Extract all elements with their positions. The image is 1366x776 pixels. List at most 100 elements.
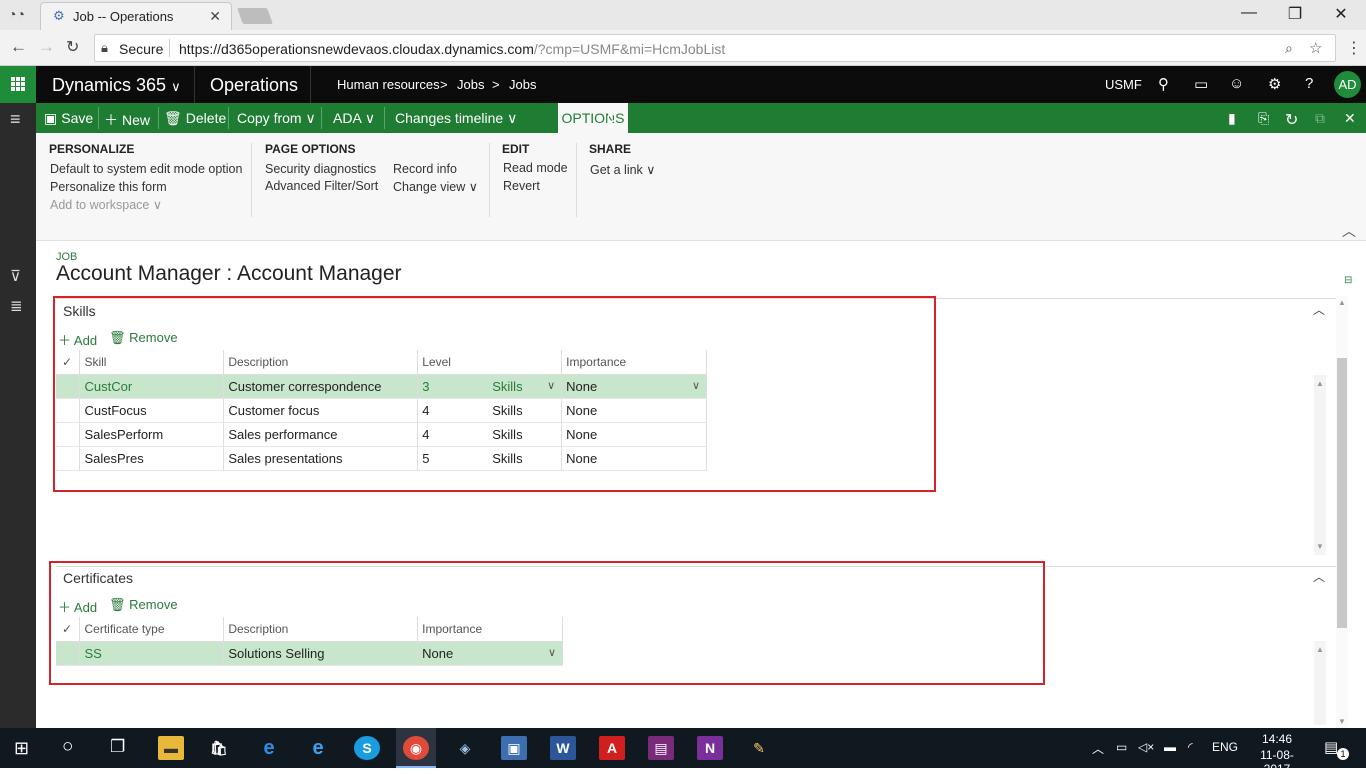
skills-collapse-icon[interactable]: ︿ — [1313, 301, 1325, 318]
bookmark-star-icon[interactable]: ☆ — [1309, 39, 1322, 57]
open-new-window-icon[interactable]: ⧉ — [1315, 110, 1325, 127]
skills-grid-scrollbar[interactable]: ▲ ▼ — [1314, 375, 1326, 555]
personalize-form-option[interactable]: Personalize this form — [50, 180, 167, 194]
onenote-icon[interactable]: N — [697, 736, 723, 760]
filter-icon[interactable]: ⊽ — [10, 267, 21, 285]
windows-start-icon[interactable]: ⊞ — [14, 738, 29, 759]
certificates-grid-scrollbar[interactable]: ▲ — [1314, 641, 1326, 725]
record-info-option[interactable]: Record info — [393, 162, 457, 176]
battery-icon[interactable]: ▭ — [1116, 740, 1127, 754]
chevron-down-icon: ∨ — [152, 198, 162, 212]
ribbon-divider — [489, 143, 490, 217]
skype-icon[interactable]: S — [354, 736, 380, 760]
action-search-icon[interactable]: ⚲ — [606, 110, 618, 130]
message-center-icon[interactable]: ▭ — [1194, 75, 1208, 93]
file-explorer-icon[interactable]: ▬ — [158, 736, 184, 760]
list-icon[interactable]: ≣ — [10, 297, 23, 315]
store-icon[interactable]: 🛍︎ — [206, 736, 232, 760]
certificates-collapse-icon[interactable]: ︿ — [1313, 568, 1325, 585]
plus-icon: ＋ — [104, 112, 118, 128]
chrome-menu-icon[interactable]: ⋮ — [1346, 38, 1362, 58]
revert-option[interactable]: Revert — [503, 179, 540, 193]
copy-from-label: Copy from — [237, 110, 302, 126]
feedback-smiley-icon[interactable]: ☺ — [1229, 75, 1244, 92]
zoom-icon[interactable]: ⌕ — [1285, 40, 1293, 57]
advanced-filter-option[interactable]: Advanced Filter/Sort — [265, 179, 378, 193]
address-bar[interactable]: 🔒︎ Secure https://d365operationsnewdevao… — [94, 34, 1336, 62]
get-a-link-option[interactable]: Get a link ∨ — [590, 162, 655, 177]
language-indicator[interactable]: ENG — [1212, 740, 1238, 754]
url-text[interactable]: https://d365operationsnewdevaos.cloudax.… — [179, 41, 725, 57]
scroll-up-icon[interactable]: ▲ — [1338, 298, 1346, 307]
app-brand[interactable]: Dynamics 365 ∨ — [52, 75, 181, 96]
ada-menu[interactable]: ADA ∨ — [333, 110, 375, 127]
breadcrumb-human-resources[interactable]: Human resources — [337, 77, 440, 92]
windows-taskbar: ⊞ ○ ❐ ▬ 🛍︎ e e S ◉ ◈ ▣ W A ▤ N ✎ ︿ ▭ ◁× … — [0, 728, 1366, 776]
save-button[interactable]: ▣ Save — [44, 110, 93, 127]
scroll-up-icon[interactable]: ▲ — [1316, 379, 1324, 388]
minimize-icon[interactable]: — — [1226, 4, 1272, 22]
internet-explorer-icon[interactable]: e — [305, 736, 331, 760]
delete-label: Delete — [185, 110, 227, 126]
cortana-search-icon[interactable]: ○ — [62, 736, 73, 758]
reload-icon[interactable]: ↻ — [66, 37, 79, 57]
scroll-down-icon[interactable]: ▼ — [1338, 717, 1346, 726]
hamburger-menu-icon[interactable]: ≡ — [10, 109, 21, 130]
browser-toolbar: ← → ↻ 🔒︎ Secure https://d365operationsne… — [0, 30, 1366, 66]
factbox-toggle-icon[interactable]: ⊟ — [1344, 275, 1352, 286]
trash-icon: 🗑︎ — [164, 110, 182, 126]
breadcrumb-jobs-module[interactable]: Jobs — [457, 77, 484, 92]
page-scroll-thumb[interactable] — [1337, 358, 1347, 628]
tray-expand-icon[interactable]: ︿ — [1092, 740, 1104, 757]
company-picker[interactable]: USMF — [1105, 77, 1142, 92]
change-view-option[interactable]: Change view ∨ — [393, 179, 478, 194]
chrome-icon[interactable]: ◉ — [403, 736, 429, 760]
acrobat-icon[interactable]: A — [599, 736, 625, 760]
changes-timeline-menu[interactable]: Changes timeline ∨ — [395, 110, 517, 127]
clock-time: 14:46 — [1261, 732, 1293, 746]
search-icon[interactable]: ⚲ — [1158, 75, 1169, 93]
settings-gear-icon[interactable]: ⚙ — [1268, 75, 1281, 93]
word-icon[interactable]: W — [550, 736, 576, 760]
user-avatar[interactable]: AD — [1334, 71, 1361, 98]
read-mode-option[interactable]: Read mode — [503, 161, 568, 175]
skills-highlight-box — [53, 296, 936, 492]
page-scrollbar[interactable]: ▲ ▼ — [1336, 296, 1348, 728]
delete-button[interactable]: 🗑︎ Delete — [164, 110, 226, 127]
edge-icon[interactable]: e — [256, 736, 282, 760]
forward-icon[interactable]: → — [38, 37, 55, 57]
volume-muted-icon[interactable]: ◁× — [1138, 740, 1154, 754]
app-launcher-icon[interactable] — [0, 66, 36, 103]
remote-desktop-icon[interactable]: ▣ — [501, 736, 527, 760]
tab-close-icon[interactable]: ✕ — [209, 8, 221, 25]
attachment-icon[interactable]: ⎘ — [1258, 110, 1269, 127]
winrar-icon[interactable]: ▤ — [648, 736, 674, 760]
back-icon[interactable]: ← — [10, 37, 27, 57]
clock[interactable]: 14:46 11-08-2017 — [1251, 732, 1303, 776]
scroll-up-icon[interactable]: ▲ — [1316, 645, 1324, 654]
task-view-icon[interactable]: ❐ — [110, 737, 125, 757]
chevron-down-icon: ∨ — [646, 163, 656, 177]
restore-icon[interactable]: ❐ — [1272, 4, 1318, 24]
display-icon[interactable]: ▬ — [1164, 740, 1176, 754]
refresh-icon[interactable]: ↻ — [1285, 110, 1298, 130]
browser-tab[interactable]: ⚙ Job -- Operations ✕ — [40, 2, 232, 30]
action-divider — [98, 107, 99, 129]
scroll-down-icon[interactable]: ▼ — [1316, 542, 1324, 551]
office-icon[interactable]: ▮ — [1228, 110, 1236, 127]
copy-from-menu[interactable]: Copy from ∨ — [237, 110, 316, 127]
breadcrumb-jobs-page[interactable]: Jobs — [509, 77, 536, 92]
network-icon[interactable]: ◜ — [1188, 740, 1193, 754]
default-edit-mode-option[interactable]: Default to system edit mode option — [50, 162, 242, 176]
paint-icon[interactable]: ✎ — [746, 736, 772, 760]
collapse-ribbon-icon[interactable]: ︿ — [1342, 221, 1356, 241]
close-form-icon[interactable]: ✕ — [1344, 110, 1356, 127]
new-button[interactable]: ＋ New — [104, 110, 150, 130]
new-label: New — [122, 112, 151, 128]
window-close-icon[interactable]: ✕ — [1318, 4, 1364, 24]
security-diagnostics-option[interactable]: Security diagnostics — [265, 162, 376, 176]
add-to-workspace-option[interactable]: Add to workspace ∨ — [50, 197, 162, 212]
snipping-tool-icon[interactable]: ◈ — [452, 736, 478, 760]
help-icon[interactable]: ? — [1305, 75, 1313, 92]
new-tab-button[interactable] — [237, 8, 273, 24]
